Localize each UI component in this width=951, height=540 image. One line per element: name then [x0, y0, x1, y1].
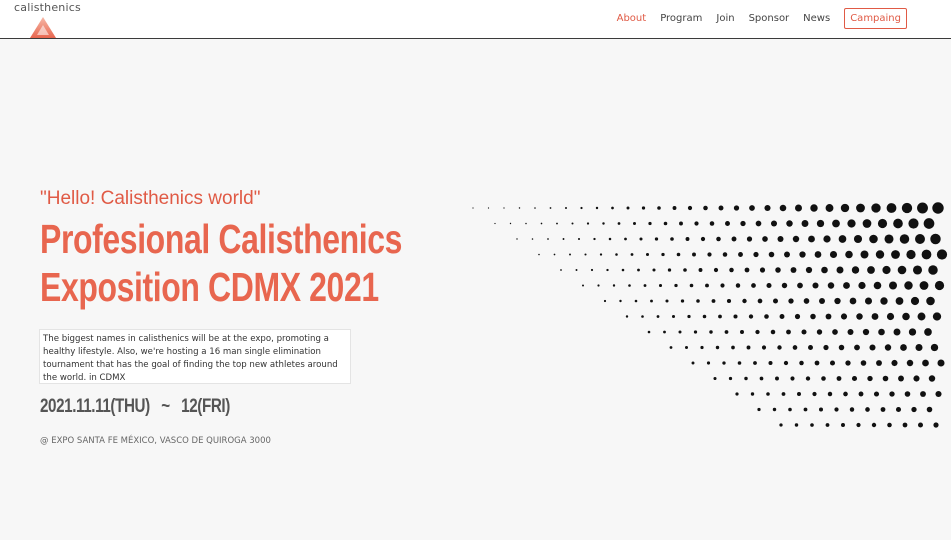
- event-dates: 2021.11.11(THU) ~ 12(FRI): [40, 396, 230, 417]
- nav-link-news[interactable]: News: [796, 13, 837, 24]
- nav-link-about[interactable]: About: [610, 13, 654, 24]
- event-venue: @ EXPO SANTA FE MÉXICO, VASCO DE QUIROGA…: [40, 436, 271, 446]
- site-logo[interactable]: calisthenics: [14, 0, 84, 38]
- hero-description: The biggest names in calisthenics will b…: [39, 329, 351, 384]
- hero-headline: Profesional Calisthenics Exposition CDMX…: [40, 215, 402, 311]
- main-nav: About Program Join Sponsor News Campaing: [610, 8, 907, 29]
- nav-link-program[interactable]: Program: [653, 13, 709, 24]
- triangle-logo-icon: [30, 17, 56, 38]
- hero-eyebrow: "Hello! Calisthenics world": [40, 188, 261, 209]
- headline-line-1: Profesional Calisthenics: [40, 216, 403, 262]
- campaign-button[interactable]: Campaing: [844, 8, 907, 29]
- logo-text: calisthenics: [14, 1, 81, 14]
- nav-link-sponsor[interactable]: Sponsor: [742, 13, 797, 24]
- top-navbar: calisthenics About Program Join Sponsor …: [0, 0, 951, 39]
- halftone-dots-graphic: [472, 202, 948, 428]
- headline-line-2: Exposition CDMX 2021: [40, 264, 379, 310]
- hero-section: "Hello! Calisthenics world" Profesional …: [0, 40, 951, 540]
- nav-link-join[interactable]: Join: [709, 13, 741, 24]
